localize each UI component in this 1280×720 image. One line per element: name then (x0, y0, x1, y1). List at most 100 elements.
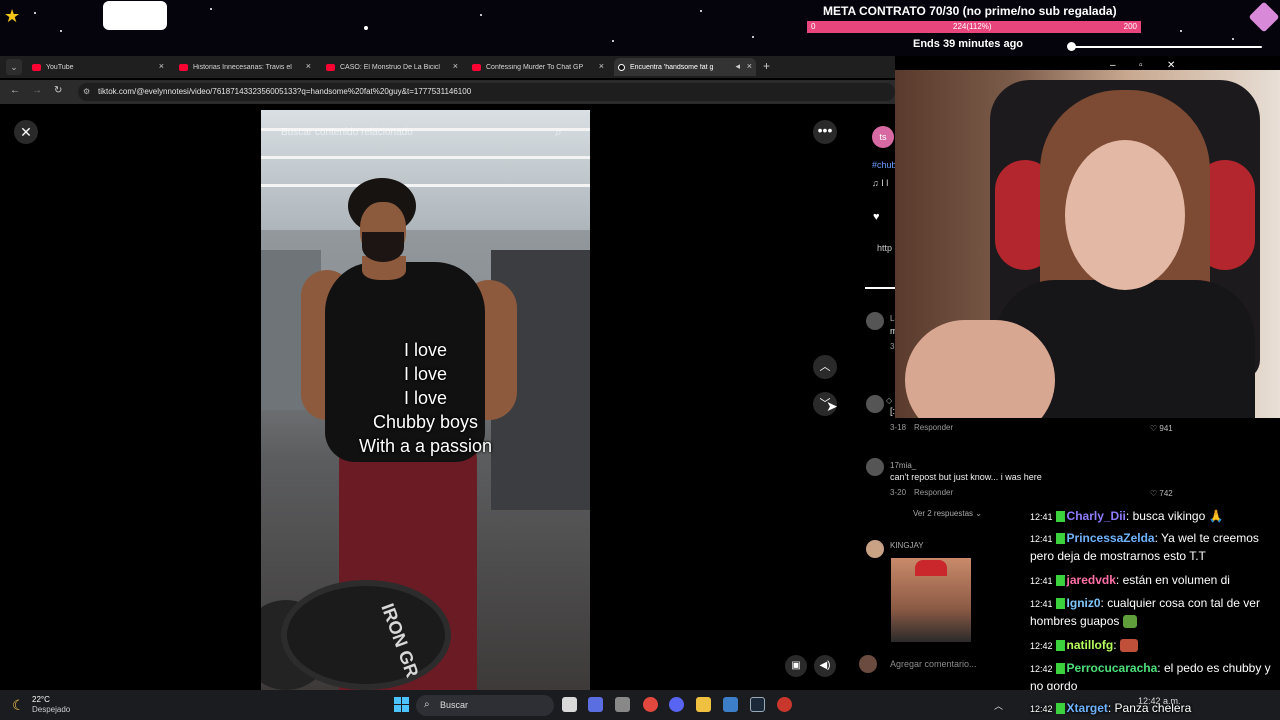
chat-message: 12:41 Igniz0: cualquier cosa con tal de v… (1030, 596, 1260, 629)
chat-message: 12:42 Xtarget: Panza chelera (1030, 701, 1192, 715)
comment-date: 3-18 (890, 423, 907, 432)
tab-confessing[interactable]: Confessing Murder To Chat GP × (468, 58, 608, 76)
url-text[interactable]: tiktok.com/@evelynnotesi/video/761871433… (98, 87, 471, 96)
view-replies-button[interactable]: Ver 2 respuestas ⌄ (913, 509, 982, 518)
app-icon[interactable] (777, 697, 792, 712)
close-tab-icon[interactable]: × (159, 61, 164, 71)
close-tab-icon[interactable]: × (747, 61, 752, 71)
close-tab-icon[interactable]: × (453, 61, 458, 71)
site-info-icon[interactable]: ⚙ (83, 87, 90, 96)
youtube-icon (179, 63, 188, 71)
youtube-icon (32, 63, 41, 71)
overlay-white-shape (103, 1, 167, 30)
new-tab-button[interactable]: + (763, 59, 770, 73)
minimize-icon[interactable]: – (1110, 60, 1116, 71)
comment-likes[interactable]: ♡ 941 (1150, 424, 1173, 433)
avatar[interactable] (866, 540, 884, 558)
related-search-field[interactable]: Buscar contenido relacionado (281, 127, 413, 138)
comment-text: can't repost but just know... i was here (890, 472, 1042, 482)
kick-badge-icon (1055, 511, 1065, 523)
goal-min: 0 (811, 22, 816, 31)
comment-input[interactable]: Agregar comentario... (880, 653, 1030, 675)
close-tab-icon[interactable]: × (599, 61, 604, 71)
chat-user: PrincessaZelda (1066, 531, 1155, 545)
stream-overlay-top: ★ META CONTRATO 70/30 (no prime/no sub r… (0, 0, 1280, 56)
tab-underline (865, 287, 895, 289)
reply-button[interactable]: Responder (914, 423, 953, 432)
heart-icon: ♡ (1150, 489, 1160, 498)
goal-title: META CONTRATO 70/30 (no prime/no sub reg… (823, 4, 1117, 18)
tab-search-button[interactable]: ⌄ (6, 59, 22, 75)
tab-historias[interactable]: Historias Innecesarias: Travis el × (175, 58, 315, 76)
caption-line: I love (403, 388, 448, 408)
back-icon[interactable]: ← (10, 85, 20, 96)
comment-image[interactable] (891, 558, 971, 642)
forward-icon[interactable]: → (32, 85, 42, 96)
comment-date: 3-20 (890, 488, 907, 497)
close-window-icon[interactable]: ✕ (1167, 60, 1175, 71)
avatar[interactable] (866, 312, 884, 330)
tray-chevron-icon[interactable]: ︿ (994, 699, 1003, 712)
chat-text: Panza chelera (1114, 701, 1192, 715)
weather-condition[interactable]: Despejado (32, 705, 70, 714)
chat-message: 12:41 PrincessaZelda: Ya wel te creemos p… (1030, 531, 1259, 563)
moon-icon[interactable]: ☾ (12, 697, 25, 714)
my-avatar (859, 655, 877, 673)
taskbar-search-label[interactable]: Buscar (440, 700, 468, 710)
comment-author[interactable]: ◇ (886, 396, 892, 405)
reload-icon[interactable]: ↻ (54, 85, 62, 96)
browser-tabstrip: ⌄ YouTube × Historias Innecesarias: Trav… (0, 56, 895, 78)
screen: ★ META CONTRATO 70/30 (no prime/no sub r… (0, 0, 1280, 720)
tab-youtube[interactable]: YouTube × (28, 58, 168, 76)
taskbar-search[interactable] (416, 695, 554, 716)
avatar[interactable] (866, 458, 884, 476)
steam-icon[interactable] (750, 697, 765, 712)
emote-icon (1122, 615, 1137, 629)
caption-line: With a a passion (358, 436, 493, 456)
close-tab-icon[interactable]: × (306, 61, 311, 71)
caption-line: Chubby boys (372, 412, 479, 432)
chat-user: Xtarget (1066, 701, 1108, 715)
settings-icon[interactable] (615, 697, 630, 712)
speaker-icon[interactable]: ◂ (735, 61, 740, 72)
chat-user: natillofg (1066, 638, 1114, 652)
like-icon[interactable]: ♥ (873, 211, 880, 223)
comment-author[interactable]: 17mia_ (890, 461, 916, 470)
maximize-icon[interactable]: ▫ (1139, 60, 1143, 71)
chrome-icon[interactable] (643, 697, 658, 712)
previous-video-button[interactable]: ︿ (813, 355, 837, 379)
avatar[interactable] (866, 395, 884, 413)
discord-icon[interactable] (669, 697, 684, 712)
windows-start-icon[interactable] (394, 697, 410, 713)
kick-badge-icon (1055, 663, 1065, 675)
kick-badge-icon (1055, 575, 1065, 587)
close-video-button[interactable]: ✕ (14, 120, 38, 144)
volume-icon[interactable]: ◀) (814, 655, 836, 677)
link-text[interactable]: http (877, 243, 892, 253)
app-icon[interactable] (723, 697, 738, 712)
tab-caso[interactable]: CASO: El Monstruo De La Bicicl × (322, 58, 462, 76)
more-options-button[interactable]: ••• (813, 120, 837, 144)
creator-avatar[interactable]: ts (872, 126, 894, 148)
mouse-cursor: ➤ (826, 398, 838, 414)
comment-author[interactable]: KINGJAY (890, 541, 924, 550)
hashtag[interactable]: #chub (872, 160, 897, 170)
heart-icon: ♡ (1150, 424, 1160, 433)
kick-badge-icon (1055, 533, 1065, 545)
pip-icon[interactable]: ▣ (785, 655, 807, 677)
chat-message: 12:41 Charly_Dii: busca vikingo 🙏 (1030, 509, 1224, 523)
file-explorer-icon[interactable] (562, 697, 577, 712)
reply-button[interactable]: Responder (914, 488, 953, 497)
gem-icon (1248, 1, 1280, 33)
search-icon[interactable]: ⌕ (555, 125, 562, 140)
comment-likes[interactable]: ♡ 742 (1150, 489, 1173, 498)
music-label[interactable]: ♫ I l (872, 178, 888, 188)
goal-max: 200 (1123, 22, 1137, 31)
weather-temp[interactable]: 22°C (32, 695, 50, 704)
chat-user: Perrocucaracha (1066, 661, 1158, 675)
folder-icon[interactable] (696, 697, 711, 712)
chat-user: Igniz0 (1066, 596, 1101, 610)
tab-tiktok[interactable]: Encuentra 'handsome fat g ◂ × (614, 58, 756, 76)
video-caption: I love I love I love Chubby boys With a … (261, 338, 590, 458)
copilot-icon[interactable] (588, 697, 603, 712)
